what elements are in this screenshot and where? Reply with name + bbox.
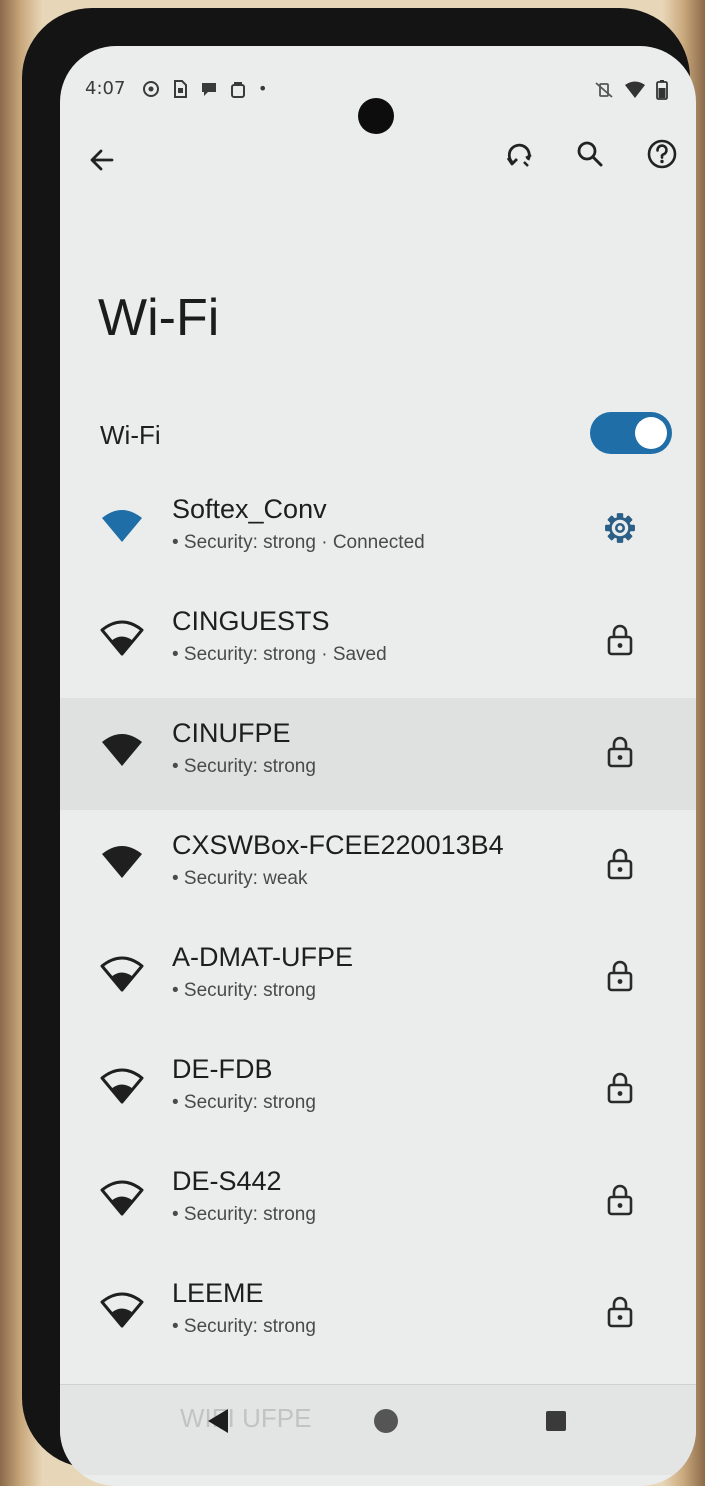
wifi-master-toggle-row[interactable]: Wi-Fi bbox=[60, 396, 696, 476]
network-status: • Security: weak bbox=[172, 868, 308, 889]
front-camera bbox=[358, 98, 394, 134]
wifi-filled-icon bbox=[100, 844, 144, 882]
network-status: • Security: strong bbox=[172, 1092, 316, 1113]
lock-icon bbox=[598, 842, 642, 886]
network-status: • Security: strong bbox=[172, 980, 316, 1001]
navigation-bar: WIFI UFPE bbox=[60, 1384, 696, 1475]
battery-icon bbox=[656, 80, 668, 105]
gear-icon[interactable] bbox=[598, 506, 642, 550]
wifi-filled-icon bbox=[100, 732, 144, 770]
network-row-de-fdb[interactable]: DE-FDB • Security: strong bbox=[60, 1034, 696, 1146]
network-status: • Security: strong bbox=[172, 756, 316, 777]
phone-frame: 4:07 • Wi-Fi Wi-Fi Softex_Conv • Securit… bbox=[22, 8, 696, 1486]
network-row-cinguests[interactable]: CINGUESTS • Security: strong · Saved bbox=[60, 586, 696, 698]
network-row-a-dmat-ufpe[interactable]: A-DMAT-UFPE • Security: strong bbox=[60, 922, 696, 1034]
wifi-outline-icon bbox=[100, 620, 144, 658]
network-row-cxswbox-fcee220013b4[interactable]: CXSWBox-FCEE220013B4 • Security: weak bbox=[60, 810, 696, 922]
search-icon[interactable] bbox=[566, 130, 614, 178]
wifi-toggle-switch[interactable] bbox=[590, 412, 672, 454]
network-status: • Security: strong bbox=[172, 1204, 316, 1225]
wifi-outline-icon bbox=[100, 1180, 144, 1218]
lock-icon bbox=[598, 954, 642, 998]
network-name: LEEME bbox=[172, 1278, 264, 1308]
network-status: • Security: strong · Connected bbox=[172, 532, 425, 553]
page-title: Wi-Fi bbox=[98, 289, 220, 347]
wifi-signal-icon bbox=[624, 81, 646, 104]
lock-icon bbox=[598, 730, 642, 774]
lock-icon bbox=[598, 1178, 642, 1222]
help-icon[interactable] bbox=[638, 130, 686, 178]
lock-icon bbox=[598, 1066, 642, 1110]
network-row-softex-conv[interactable]: Softex_Conv • Security: strong · Connecte… bbox=[60, 474, 696, 586]
network-status: • Security: strong bbox=[172, 1316, 316, 1337]
network-name: A-DMAT-UFPE bbox=[172, 942, 353, 972]
toggle-knob bbox=[635, 417, 667, 449]
status-bar: 4:07 • bbox=[60, 76, 696, 134]
network-name: CXSWBox-FCEE220013B4 bbox=[172, 830, 504, 860]
recents-square-icon[interactable] bbox=[536, 1401, 576, 1441]
refresh-icon[interactable] bbox=[496, 132, 544, 180]
network-name: CINGUESTS bbox=[172, 606, 330, 636]
status-dot: • bbox=[258, 79, 268, 98]
lock-icon bbox=[598, 618, 642, 662]
network-name: CINUFPE bbox=[172, 718, 291, 748]
network-row-de-s442[interactable]: DE-S442 • Security: strong bbox=[60, 1146, 696, 1258]
screen: 4:07 • Wi-Fi Wi-Fi Softex_Conv • Securit… bbox=[60, 46, 696, 1486]
bag-icon bbox=[229, 80, 247, 98]
wifi-outline-icon bbox=[100, 1292, 144, 1330]
network-row-cinufpe[interactable]: CINUFPE • Security: strong bbox=[60, 698, 696, 810]
network-row-leeme[interactable]: LEEME • Security: strong bbox=[60, 1258, 696, 1370]
back-triangle-icon[interactable] bbox=[198, 1401, 238, 1441]
vibrate-off-icon bbox=[594, 81, 614, 104]
wifi-filled-icon bbox=[100, 508, 144, 546]
status-time: 4:07 bbox=[85, 78, 126, 99]
network-status: • Security: strong · Saved bbox=[172, 644, 387, 665]
sync-icon bbox=[142, 80, 160, 98]
wifi-outline-icon bbox=[100, 1068, 144, 1106]
wifi-outline-icon bbox=[100, 956, 144, 994]
back-arrow-icon[interactable] bbox=[78, 136, 126, 184]
lock-icon bbox=[598, 1290, 642, 1334]
home-circle-icon[interactable] bbox=[366, 1401, 406, 1441]
network-name: Softex_Conv bbox=[172, 494, 327, 524]
message-icon bbox=[200, 80, 218, 98]
wifi-master-label: Wi-Fi bbox=[100, 420, 161, 450]
sim-icon bbox=[171, 79, 189, 98]
network-name: DE-S442 bbox=[172, 1166, 282, 1196]
network-name: DE-FDB bbox=[172, 1054, 273, 1084]
